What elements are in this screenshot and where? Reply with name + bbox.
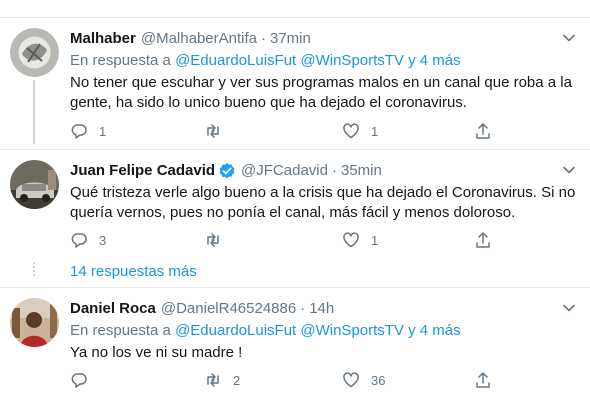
verified-badge-icon: [219, 163, 235, 179]
reply-icon: [71, 124, 87, 139]
like-icon: [343, 232, 359, 248]
reply-prefix: En respuesta a: [70, 322, 171, 339]
tweet-actions: 1 1: [70, 121, 510, 141]
reply-others[interactable]: y 4 más: [408, 322, 461, 339]
tweet-header: Malhaber @MalhaberAntifa · 37min: [70, 29, 578, 49]
chevron-down-icon[interactable]: [560, 161, 578, 179]
username[interactable]: @MalhaberAntifa: [141, 29, 257, 49]
chevron-down-icon[interactable]: [560, 29, 578, 47]
reply-others[interactable]: y 4 más: [408, 52, 461, 69]
separator: ·: [300, 300, 306, 317]
like-icon: [343, 372, 359, 388]
previous-tweet-edge: [0, 0, 590, 18]
retweet-button[interactable]: [204, 230, 233, 250]
tweet-actions: 2 36: [70, 370, 510, 390]
reply-prefix: En respuesta a: [70, 52, 171, 69]
thread-ellipsis: [33, 262, 35, 278]
reply-count: 1: [99, 123, 107, 139]
reply-mentions[interactable]: @EduardoLuisFut @WinSportsTV: [175, 52, 404, 69]
timestamp[interactable]: 37min: [270, 29, 311, 49]
avatar[interactable]: [10, 28, 59, 77]
timestamp[interactable]: 35min: [341, 161, 382, 181]
separator: ·: [260, 30, 266, 47]
retweet-icon: [207, 373, 219, 387]
retweet-icon: [207, 233, 219, 247]
timestamp[interactable]: 14h: [309, 299, 334, 319]
share-button[interactable]: [474, 121, 492, 141]
tweet[interactable]: Juan Felipe Cadavid @JFCadavid · 35min Q…: [0, 150, 590, 262]
reply-button[interactable]: 3: [70, 230, 106, 250]
like-icon: [343, 123, 359, 139]
display-name[interactable]: Malhaber: [70, 29, 136, 49]
reply-mentions[interactable]: @EduardoLuisFut @WinSportsTV: [175, 322, 404, 339]
retweet-button[interactable]: 2: [204, 370, 240, 390]
like-button[interactable]: 1: [342, 230, 378, 250]
like-button[interactable]: 36: [342, 370, 385, 390]
share-icon: [476, 372, 490, 388]
retweet-count: 2: [233, 372, 241, 388]
tweet-text: Qué tristeza verle algo bueno a la crisi…: [70, 184, 576, 221]
username[interactable]: @DanielR46524886: [161, 299, 296, 319]
reply-context: En respuesta a @EduardoLuisFut @WinSport…: [70, 321, 578, 341]
retweet-button[interactable]: [204, 121, 233, 141]
like-count: 36: [371, 372, 386, 388]
display-name[interactable]: Juan Felipe Cadavid: [70, 161, 215, 181]
tweet[interactable]: Malhaber @MalhaberAntifa · 37min En resp…: [0, 18, 590, 149]
share-button[interactable]: [474, 370, 492, 390]
reply-context: En respuesta a @EduardoLuisFut @WinSport…: [70, 51, 578, 71]
share-button[interactable]: [474, 230, 492, 250]
like-count: 1: [371, 123, 379, 139]
retweet-icon: [207, 124, 219, 138]
tweet-text: No tener que escuhar y ver sus programas…: [70, 74, 572, 111]
reply-icon: [71, 233, 87, 248]
like-button[interactable]: 1: [342, 121, 378, 141]
share-icon: [476, 232, 490, 248]
reply-count: 3: [99, 232, 107, 248]
username[interactable]: @JFCadavid: [241, 161, 328, 181]
avatar[interactable]: [10, 298, 59, 347]
separator: ·: [331, 162, 337, 179]
reply-button[interactable]: [70, 370, 99, 390]
reply-button[interactable]: 1: [70, 121, 106, 141]
tweet-header: Daniel Roca @DanielR46524886 · 14h: [70, 299, 578, 319]
like-count: 1: [371, 232, 379, 248]
tweet[interactable]: Daniel Roca @DanielR46524886 · 14h En re…: [0, 288, 590, 406]
display-name[interactable]: Daniel Roca: [70, 299, 156, 319]
tweet-header: Juan Felipe Cadavid @JFCadavid · 35min: [70, 161, 578, 181]
show-more-replies-link[interactable]: 14 respuestas más: [70, 263, 197, 281]
avatar[interactable]: [10, 160, 59, 209]
chevron-down-icon[interactable]: [560, 299, 578, 317]
reply-icon: [71, 373, 87, 388]
tweet-text: Ya no los ve ni su madre !: [70, 344, 243, 361]
share-icon: [476, 123, 490, 139]
tweet-actions: 3 1: [70, 230, 510, 250]
